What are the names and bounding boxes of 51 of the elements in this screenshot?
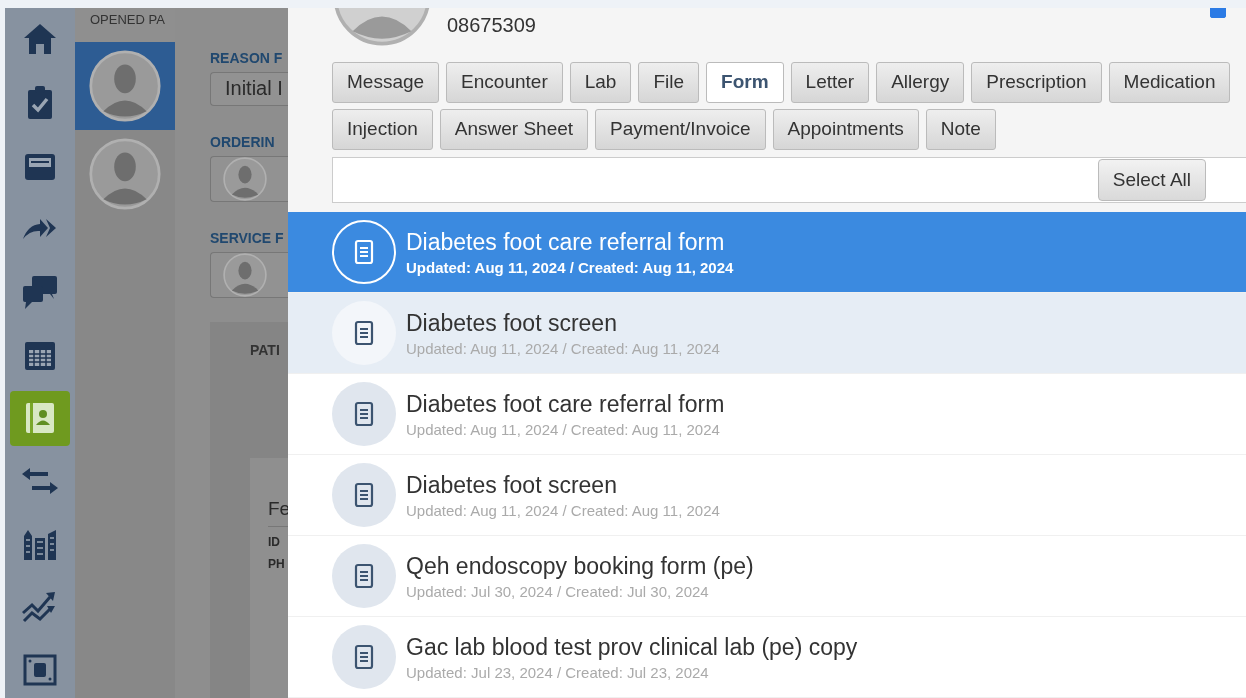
form-list-item[interactable]: Diabetes foot care referral form Updated: Aug 11, 2024 / Created: Aug 11, 2024 [288,374,1246,455]
tab[interactable]: Note [925,108,996,150]
tab[interactable]: Injection [332,108,433,150]
patient-item[interactable] [75,42,175,130]
form-title: Diabetes foot screen [406,309,618,337]
form-dates: Updated: Aug 11, 2024 / Created: Aug 11, 2024 [406,339,720,357]
tab[interactable]: Prescription [971,61,1102,103]
form-list-item[interactable]: Diabetes foot care referral form Updated: Aug 11, 2024 / Created: Aug 11, 2024 [288,212,1246,293]
tab[interactable]: Appointments [772,108,919,150]
tab[interactable]: Lab [569,61,632,103]
tab[interactable]: Encounter [446,61,563,103]
reason-field[interactable]: Initial I [210,71,288,106]
avatar-icon [89,138,161,210]
form-dates: Updated: Jul 23, 2024 / Created: Jul 23, 2024 [406,663,710,681]
form-dates: Updated: Jul 30, 2024 / Created: Jul 30, 2024 [406,582,710,600]
form-dates: Updated: Aug 11, 2024 / Created: Aug 11, 2024 [406,420,721,438]
provider-field[interactable] [210,252,288,298]
section-label: PATI [250,342,281,358]
tab[interactable]: Allergy [876,61,965,103]
tab[interactable]: File [638,61,700,103]
patient-number: 08675309 [447,14,536,38]
tab[interactable]: Letter [790,61,870,103]
tab[interactable]: Message [332,61,440,103]
tab[interactable]: Payment/Invoice [595,108,766,150]
select-all-button[interactable]: Select All [1097,158,1206,201]
provider-field[interactable] [210,156,288,202]
field-label: REASON F [210,49,284,66]
avatar-icon [89,50,161,122]
document-icon [332,220,396,284]
form-title: Diabetes foot care referral form [406,228,726,256]
form-list-item[interactable]: Diabetes foot screen Updated: Aug 11, 2024 / Created: Aug 11, 2024 [288,293,1246,374]
field-label: ORDERIN [210,134,276,150]
tab[interactable]: Medication [1108,61,1231,103]
info-label: PH [268,557,286,571]
avatar-icon [223,157,267,201]
form-list-item[interactable]: Diabetes foot screen Updated: Aug 11, 2024 / Created: Aug 11, 2024 [288,455,1246,536]
avatar-icon [223,253,267,297]
form-list-item[interactable]: Gac lab blood test prov clinical lab (pe) copy Updated: Jul 23, 2024 / Created: Jul 23, 2024 [288,617,1246,698]
form-dates: Updated: Aug 11, 2024 / Created: Aug 11, 2024 [406,501,720,519]
form-dates: Updated: Aug 11, 2024 / Created: Aug 11, 2024 [406,258,734,276]
tab[interactable]: Form [706,61,784,103]
form-list-item[interactable]: Qeh endoscopy booking form (pe) Updated: Jul 30, 2024 / Created: Jul 30, 2024 [288,536,1246,617]
form-title: Diabetes foot screen [406,471,618,499]
nav-button[interactable] [10,390,70,446]
info-label: ID [268,535,281,549]
tab[interactable]: Answer Sheet [439,108,589,150]
panel-heading: OPENED PA [75,8,175,42]
field-label: SERVICE F [210,230,285,246]
form-title: Qeh endoscopy booking form (pe) [406,552,754,580]
form-title: Gac lab blood test prov clinical lab (pe) copy [406,633,858,661]
form-title: Diabetes foot care referral form [406,390,725,418]
